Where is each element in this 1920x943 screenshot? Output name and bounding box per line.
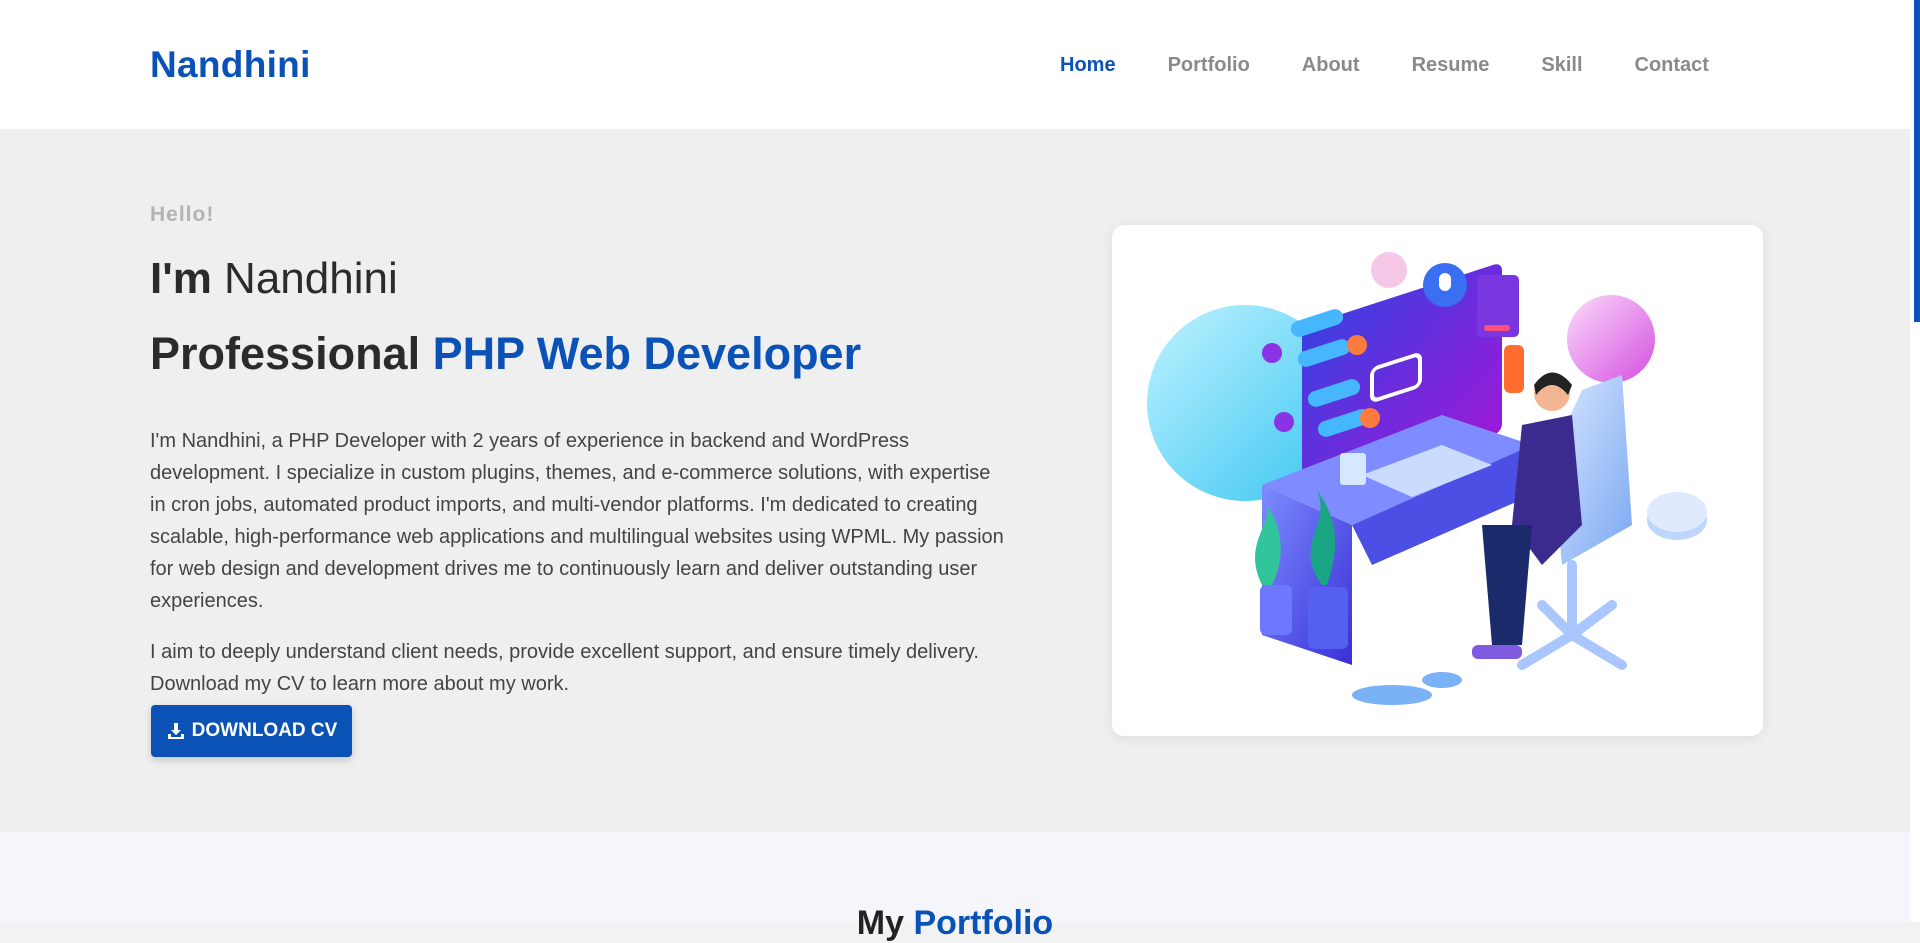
nav-item-home[interactable]: Home <box>1060 54 1116 77</box>
nav-item-about[interactable]: About <box>1302 54 1360 77</box>
portfolio-section: My Portfolio <box>0 832 1910 942</box>
brand-logo[interactable]: Nandhini <box>150 44 311 86</box>
hero-greeting: Hello! <box>150 203 215 226</box>
hero-illustration-card <box>1112 225 1763 736</box>
portfolio-heading-highlight: Portfolio <box>913 904 1054 942</box>
nav-item-skill[interactable]: Skill <box>1541 54 1582 77</box>
download-icon <box>167 723 184 739</box>
download-cv-label: DOWNLOAD CV <box>191 720 338 741</box>
nav-item-contact[interactable]: Contact <box>1635 54 1709 77</box>
intro-prefix: I'm <box>150 254 212 303</box>
download-cv-button[interactable]: DOWNLOAD CV <box>151 705 352 757</box>
hero-intro: I'm Nandhini <box>150 254 398 304</box>
hero-description: I'm Nandhini, a PHP Developer with 2 yea… <box>150 430 1004 612</box>
scrollbar-track[interactable] <box>1910 0 1920 922</box>
hero-section: Hello! I'm Nandhini Professional PHP Web… <box>0 129 1910 832</box>
hero-role: Professional PHP Web Developer <box>150 328 861 380</box>
portfolio-heading: My Portfolio <box>0 904 1910 943</box>
intro-name: Nandhini <box>224 254 398 303</box>
nav-item-resume[interactable]: Resume <box>1412 54 1490 77</box>
developer-desk-illustration <box>1147 252 1707 705</box>
scrollbar-thumb[interactable] <box>1914 0 1920 322</box>
role-highlight: PHP Web Developer <box>432 328 862 379</box>
hero-description-secondary: I aim to deeply understand client needs,… <box>150 641 979 695</box>
role-prefix: Professional <box>150 328 421 379</box>
portfolio-heading-prefix: My <box>856 904 904 942</box>
main-menu: Home Portfolio About Resume Skill Contac… <box>1060 54 1761 77</box>
navbar: Nandhini Home Portfolio About Resume Ski… <box>0 0 1910 129</box>
nav-item-portfolio[interactable]: Portfolio <box>1168 54 1250 77</box>
